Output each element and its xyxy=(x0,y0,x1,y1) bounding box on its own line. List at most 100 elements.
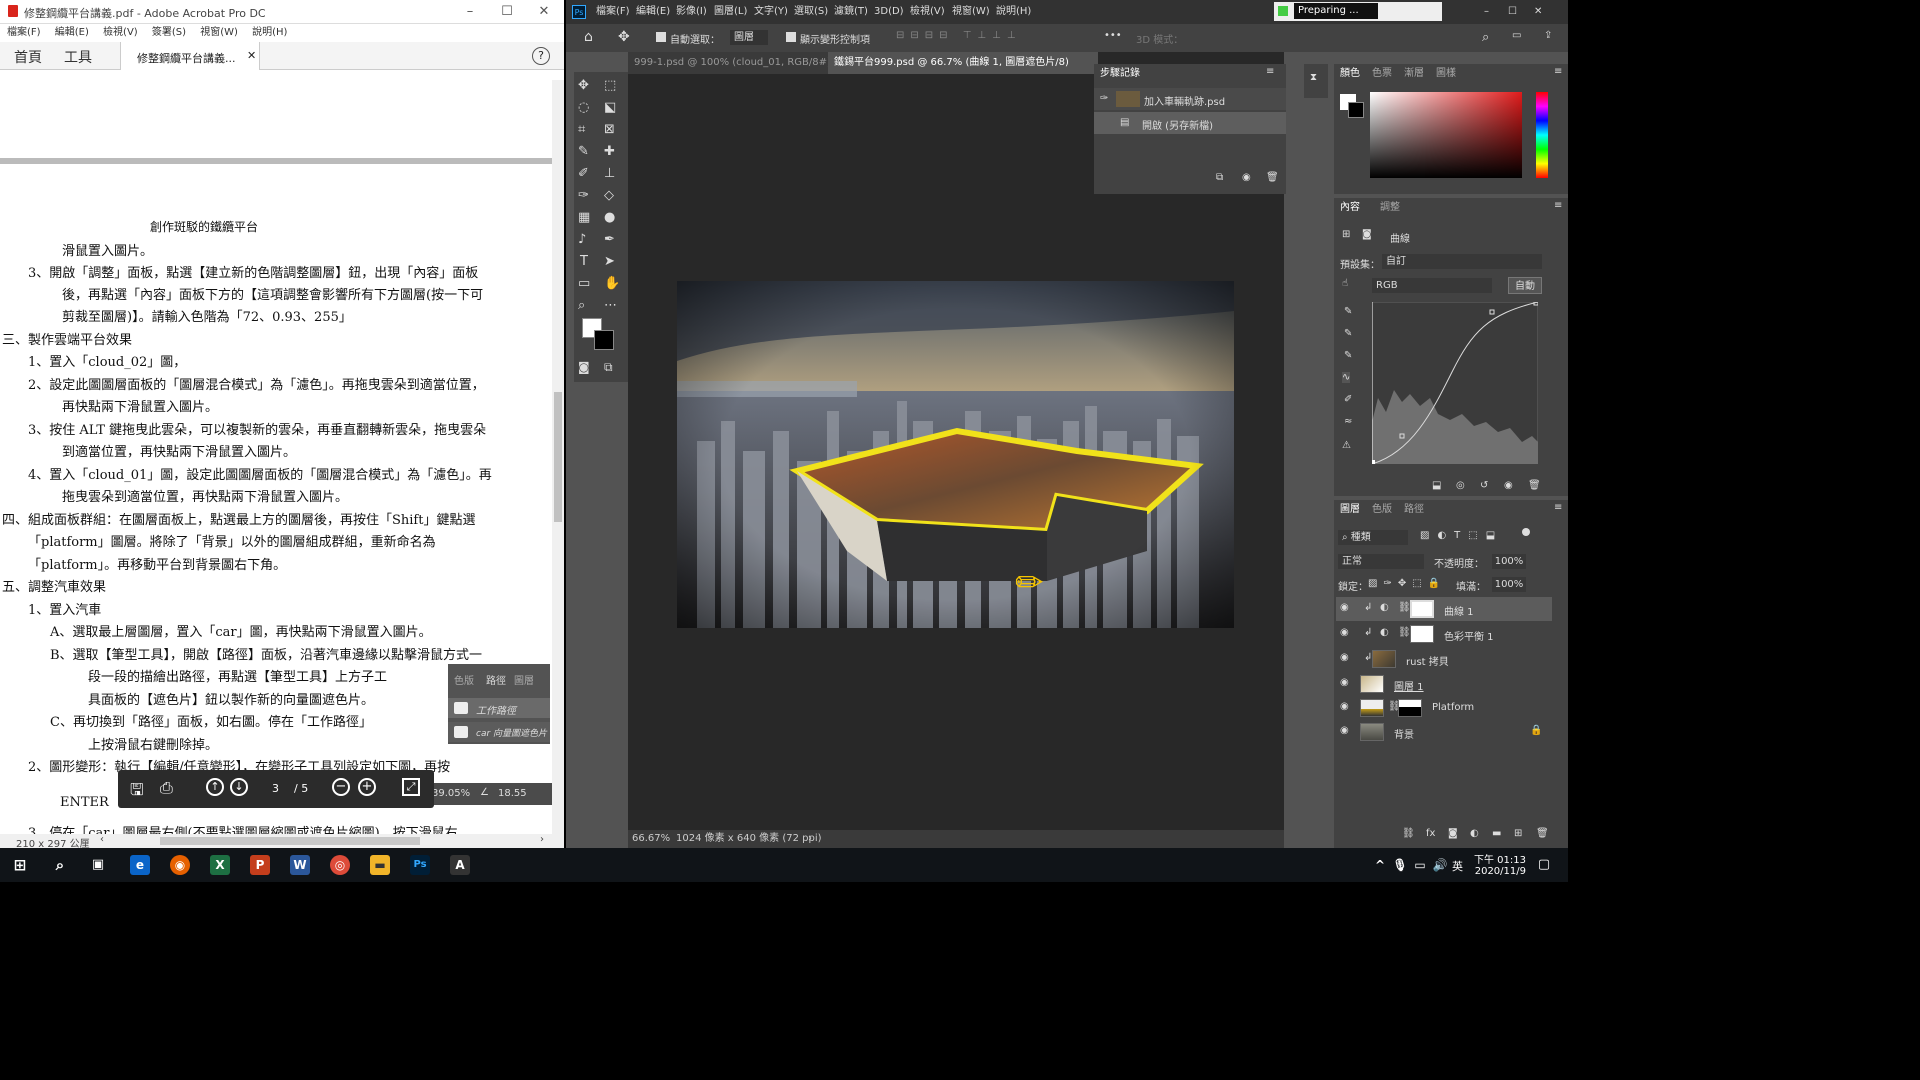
visibility-eye-icon[interactable]: ◉ xyxy=(1340,725,1349,736)
show-transform-checkbox[interactable] xyxy=(786,32,796,42)
layer-name[interactable]: 色彩平衡 1 xyxy=(1444,628,1494,643)
chrome-icon[interactable]: ◎ xyxy=(330,855,350,875)
search-icon[interactable]: ⌕ xyxy=(1482,30,1489,45)
trash-icon[interactable]: 🗑 xyxy=(1266,172,1279,183)
tab-tools[interactable]: 工具 xyxy=(64,47,92,67)
previous-page-icon[interactable]: ↑ xyxy=(206,778,224,796)
menu-help[interactable]: 說明(H) xyxy=(252,27,287,38)
visibility-eye-icon[interactable]: ◉ xyxy=(1340,677,1349,688)
edit-toolbar-icon[interactable]: ⋯ xyxy=(604,298,617,313)
brush-tool-icon[interactable]: ✐ xyxy=(578,166,589,181)
trash-icon[interactable]: 🗑 xyxy=(1528,480,1541,491)
tray-chevron-icon[interactable]: ^ xyxy=(1370,855,1390,875)
ps-menu-image[interactable]: 影像(I) xyxy=(676,0,707,24)
channels-tab[interactable]: 色版 xyxy=(1372,502,1392,518)
zoom-out-icon[interactable]: − xyxy=(332,778,350,796)
pdf-vertical-scrollbar[interactable] xyxy=(552,80,564,836)
windows-start-icon[interactable]: ⊞ xyxy=(10,855,30,875)
stamp-tool-icon[interactable]: ⊥ xyxy=(604,166,615,181)
lock-icons[interactable]: ▨✑✥⬚🔒 xyxy=(1368,578,1446,589)
clock-time[interactable]: 下午 01:13 xyxy=(1470,851,1526,866)
screen-mode-icon[interactable]: ⧉ xyxy=(604,360,613,375)
history-step[interactable]: ▤ 開啟 (另存新檔) xyxy=(1094,112,1286,134)
acrobat-taskbar-icon[interactable]: A xyxy=(450,855,470,875)
auto-button[interactable]: 自動 xyxy=(1508,277,1542,294)
quick-select-tool-icon[interactable]: ⬕ xyxy=(604,100,616,115)
scroll-thumb[interactable] xyxy=(554,392,562,522)
microphone-icon[interactable]: 🎙 xyxy=(1390,855,1410,875)
lasso-tool-icon[interactable]: ◌ xyxy=(578,100,589,115)
layer-filter-dropdown[interactable]: ⌕ 種類 xyxy=(1338,530,1408,545)
gradient-tool-icon[interactable]: ▦ xyxy=(578,210,590,225)
notification-icon[interactable]: ▢ xyxy=(1534,855,1554,875)
ps-menu-filter[interactable]: 濾鏡(T) xyxy=(834,0,868,24)
link-layers-icon[interactable]: ⛓ xyxy=(1402,828,1415,839)
blur-tool-icon[interactable]: ● xyxy=(604,210,615,225)
gray-point-eyedropper-icon[interactable]: ✎ xyxy=(1344,328,1352,339)
panel-menu-icon[interactable]: ≡ xyxy=(1266,66,1274,77)
hue-slider[interactable] xyxy=(1536,92,1548,178)
layer-mask-thumb[interactable] xyxy=(1410,600,1434,618)
firefox-icon[interactable]: ◉ xyxy=(170,855,190,875)
frame-tool-icon[interactable]: ⊠ xyxy=(604,122,615,137)
menu-edit[interactable]: 編輯(E) xyxy=(55,27,89,38)
page-number-input[interactable]: 3 xyxy=(272,782,279,795)
document-tab-inactive[interactable]: 999-1.psd @ 100% (cloud_01, RGB/8#) xyxy=(628,52,831,74)
opacity-input[interactable]: 100% xyxy=(1492,554,1526,569)
layer-name[interactable]: 背景 xyxy=(1394,726,1414,741)
scroll-right-icon[interactable]: › xyxy=(540,834,544,845)
tab-home[interactable]: 首頁 xyxy=(14,47,42,67)
visibility-icon[interactable]: ◉ xyxy=(1504,480,1513,491)
zoom-tool-icon[interactable]: ⌕ xyxy=(578,298,585,313)
clip-to-layer-icon[interactable]: ⬓ xyxy=(1432,480,1441,491)
menu-view[interactable]: 檢視(V) xyxy=(103,27,138,38)
history-snapshot[interactable]: ✑ 加入車輛軌跡.psd xyxy=(1094,88,1286,110)
more-options-icon[interactable]: ••• xyxy=(1104,30,1122,41)
target-adjust-icon[interactable]: ☝ xyxy=(1342,278,1348,289)
properties-tab[interactable]: 內容 xyxy=(1340,200,1360,216)
edge-icon[interactable]: e xyxy=(130,855,150,875)
layer-mask-thumb[interactable] xyxy=(1410,625,1434,643)
ps-menu-select[interactable]: 選取(S) xyxy=(794,0,828,24)
path-select-icon[interactable]: ➤ xyxy=(604,254,615,269)
fx-icon[interactable]: fx xyxy=(1426,828,1435,839)
history-panel-title[interactable]: 步驟記錄 xyxy=(1100,66,1140,82)
blend-mode-dropdown[interactable]: 正常 xyxy=(1338,554,1424,569)
save-icon[interactable]: 🖫 xyxy=(130,779,144,806)
share-icon[interactable]: ⇪ xyxy=(1544,30,1552,41)
crop-tool-icon[interactable]: ⌗ xyxy=(578,122,585,137)
photoshop-taskbar-icon[interactable]: Ps xyxy=(410,855,430,875)
panel-menu-icon[interactable]: ≡ xyxy=(1554,502,1562,513)
task-view-icon[interactable]: ▣ xyxy=(88,855,108,875)
print-icon[interactable]: ⎙ xyxy=(160,778,173,798)
layer-row-curves[interactable]: ◉ ↲ ◐ ⛓ 曲線 1 xyxy=(1336,597,1552,621)
next-page-icon[interactable]: ↓ xyxy=(230,778,248,796)
layer-thumb[interactable] xyxy=(1372,650,1396,668)
ps-menu-file[interactable]: 檔案(F) xyxy=(596,0,630,24)
ps-menu-edit[interactable]: 編輯(E) xyxy=(636,0,670,24)
layer-mask-thumb[interactable] xyxy=(1398,699,1422,717)
fill-input[interactable]: 100% xyxy=(1492,577,1526,592)
new-group-icon[interactable]: ▬ xyxy=(1492,828,1501,839)
close-tab-icon[interactable]: ✕ xyxy=(247,49,256,62)
layer-row-background[interactable]: ◉ 背景 🔒 xyxy=(1336,720,1552,744)
layer-name[interactable]: rust 拷貝 xyxy=(1406,653,1449,668)
bg-color-chip[interactable] xyxy=(1348,102,1364,118)
ps-minimize-button[interactable]: – xyxy=(1484,0,1489,24)
layers-tab[interactable]: 圖層 xyxy=(1340,502,1360,518)
zoom-in-icon[interactable]: + xyxy=(358,778,376,796)
hand-tool-icon[interactable]: ✋ xyxy=(604,276,620,291)
home-icon[interactable]: ⌂ xyxy=(584,29,593,45)
history-panel-icon[interactable]: ⧗ xyxy=(1310,72,1317,83)
smooth-icon[interactable]: ≈ xyxy=(1344,416,1352,427)
fit-page-icon[interactable]: ⤢ xyxy=(402,778,420,796)
visibility-eye-icon[interactable]: ◉ xyxy=(1340,652,1349,663)
scroll-left-icon[interactable]: ‹ xyxy=(100,834,104,845)
ps-maximize-button[interactable]: ☐ xyxy=(1508,0,1517,24)
pen-tool-icon[interactable]: ✒ xyxy=(604,232,615,247)
color-tab[interactable]: 顏色 xyxy=(1340,66,1360,82)
menu-sign[interactable]: 簽署(S) xyxy=(152,27,186,38)
add-mask-icon[interactable]: ◙ xyxy=(1448,828,1458,839)
swatches-tab[interactable]: 色票 xyxy=(1372,66,1392,82)
horizontal-scroll-thumb[interactable] xyxy=(160,837,420,845)
